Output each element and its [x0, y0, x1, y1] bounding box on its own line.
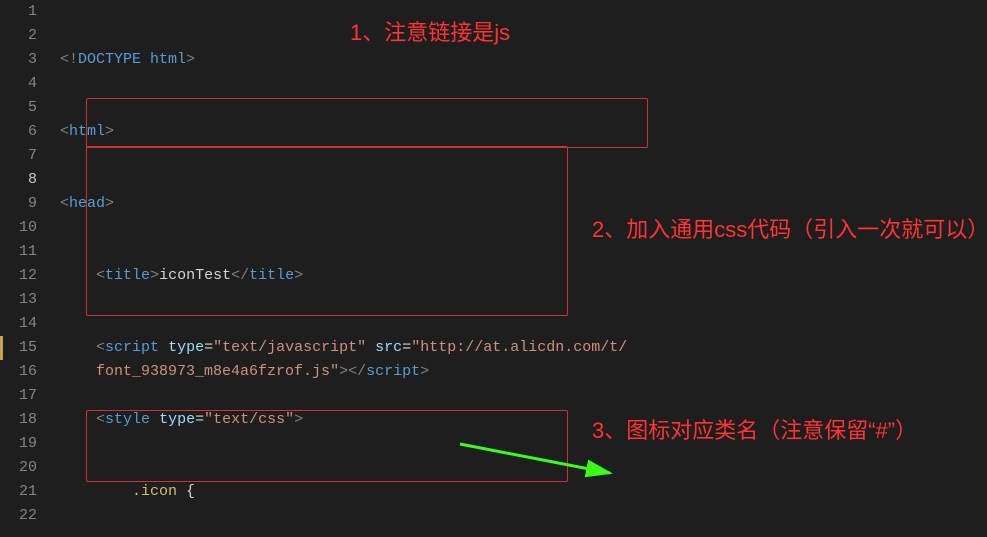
code-line: <head>	[60, 192, 987, 216]
line-number: 8	[0, 168, 37, 192]
code-line: .icon {	[60, 480, 987, 504]
line-number: 9	[0, 192, 37, 216]
line-number: 10	[0, 216, 37, 240]
line-number: 12	[0, 264, 37, 288]
line-number: 11	[0, 240, 37, 264]
code-line: <html>	[60, 120, 987, 144]
line-number: 14	[0, 312, 37, 336]
line-number: 20	[0, 456, 37, 480]
line-number: 15	[0, 336, 37, 360]
code-line: <style type="text/css">	[60, 408, 987, 432]
line-number: 1	[0, 0, 37, 24]
line-number: 18	[0, 408, 37, 432]
line-number: 4	[0, 72, 37, 96]
line-number-gutter: 1 2 3 4 5 6 7 8 9 10 11 12 13 14 15 16 1…	[0, 0, 45, 537]
code-line: <!DOCTYPE html>	[60, 48, 987, 72]
line-number: 6	[0, 120, 37, 144]
line-number: 19	[0, 432, 37, 456]
code-area[interactable]: <!DOCTYPE html> <html> <head> <title>ico…	[60, 0, 987, 537]
code-line: <script type="text/javascript" src="http…	[60, 336, 987, 360]
code-line: <title>iconTest</title>	[60, 264, 987, 288]
line-number: 17	[0, 384, 37, 408]
line-number: 16	[0, 360, 37, 384]
line-number: 2	[0, 24, 37, 48]
line-number: 21	[0, 480, 37, 504]
line-number: 7	[0, 144, 37, 168]
line-number: 3	[0, 48, 37, 72]
line-number: 13	[0, 288, 37, 312]
line-number: 5	[0, 96, 37, 120]
edit-marker	[0, 336, 3, 360]
line-number: 22	[0, 504, 37, 528]
